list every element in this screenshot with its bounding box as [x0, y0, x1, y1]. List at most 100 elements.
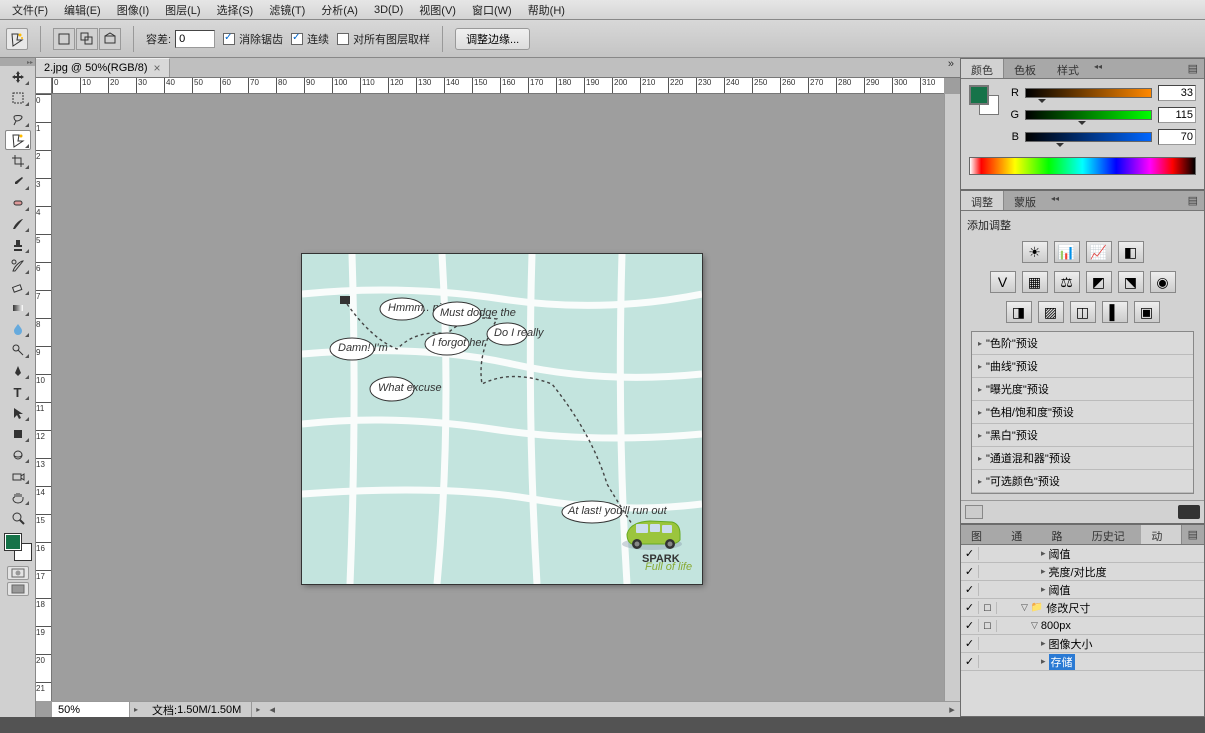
toolbox-grip[interactable]: [0, 58, 35, 66]
menu-item[interactable]: 图层(L): [157, 0, 208, 20]
tab-swatches[interactable]: 色板: [1004, 59, 1047, 78]
zoom-tool[interactable]: [5, 508, 31, 528]
panel-menu-icon[interactable]: ▤: [1182, 59, 1204, 78]
type-tool[interactable]: T: [5, 382, 31, 402]
docinfo-menu-icon[interactable]: ▸: [252, 705, 264, 714]
selective-color-icon[interactable]: ▣: [1134, 301, 1160, 323]
menu-item[interactable]: 图像(I): [109, 0, 157, 20]
all-layers-checkbox[interactable]: 对所有图层取样: [337, 31, 430, 47]
menu-item[interactable]: 窗口(W): [464, 0, 520, 20]
menu-item[interactable]: 文件(F): [4, 0, 56, 20]
menu-item[interactable]: 分析(A): [313, 0, 366, 20]
balance-icon[interactable]: ⚖: [1054, 271, 1080, 293]
gradient-map-icon[interactable]: ▌: [1102, 301, 1128, 323]
preset-item[interactable]: "色阶"预设: [972, 332, 1193, 355]
curves-icon[interactable]: 📈: [1086, 241, 1112, 263]
dodge-tool[interactable]: [5, 340, 31, 360]
tab-adjustments[interactable]: 调整: [961, 191, 1004, 210]
history-brush-tool[interactable]: [5, 256, 31, 276]
vibrance-icon[interactable]: V: [990, 271, 1016, 293]
menu-item[interactable]: 帮助(H): [520, 0, 573, 20]
preset-item[interactable]: "黑白"预设: [972, 424, 1193, 447]
channel-slider[interactable]: [1025, 110, 1152, 120]
preset-item[interactable]: "通道混和器"预设: [972, 447, 1193, 470]
canvas-viewport[interactable]: Hmmm.. nice.. Must dodge the Damn! I'm I…: [52, 94, 944, 701]
action-row[interactable]: ✓▸亮度/对比度: [961, 563, 1204, 581]
menu-item[interactable]: 编辑(E): [56, 0, 109, 20]
menu-item[interactable]: 3D(D): [366, 2, 411, 18]
document-tab[interactable]: 2.jpg @ 50%(RGB/8)×: [36, 58, 170, 77]
action-row[interactable]: ✓□▽📁修改尺寸: [961, 599, 1204, 617]
menu-item[interactable]: 选择(S): [209, 0, 262, 20]
screenmode-toggle[interactable]: [7, 582, 29, 596]
quickmask-toggle[interactable]: [7, 566, 29, 580]
brush-tool[interactable]: [5, 214, 31, 234]
channel-value[interactable]: [1158, 129, 1196, 145]
ruler-horizontal[interactable]: 0102030405060708090100110120130140150160…: [52, 78, 944, 94]
ruler-vertical[interactable]: 0123456789101112131415161718192021: [36, 94, 52, 701]
tab-color[interactable]: 颜色: [961, 59, 1004, 78]
3d-tool[interactable]: [5, 445, 31, 465]
shape-tool[interactable]: [5, 424, 31, 444]
scroll-right-icon[interactable]: ▸: [944, 702, 960, 717]
ruler-origin[interactable]: [36, 78, 52, 94]
panel-menu-icon[interactable]: ▤: [1182, 191, 1204, 210]
preset-item[interactable]: "可选颜色"预设: [972, 470, 1193, 493]
zoom-level[interactable]: 50%: [52, 702, 130, 717]
color-swatches[interactable]: [5, 534, 31, 560]
lasso-tool[interactable]: [5, 109, 31, 129]
panel-collapse-icon[interactable]: ◂◂: [1047, 191, 1063, 210]
channel-slider[interactable]: [1025, 132, 1152, 142]
panel-collapse-icon[interactable]: ◂◂: [1090, 59, 1106, 78]
path-select-tool[interactable]: [5, 403, 31, 423]
eyedropper-tool[interactable]: [5, 172, 31, 192]
crop-tool[interactable]: [5, 151, 31, 171]
preset-item[interactable]: "曲线"预设: [972, 355, 1193, 378]
blur-tool[interactable]: [5, 319, 31, 339]
invert-icon[interactable]: ◨: [1006, 301, 1032, 323]
spectrum-bar[interactable]: [969, 157, 1196, 175]
action-row[interactable]: ✓▸图像大小: [961, 635, 1204, 653]
levels-icon[interactable]: 📊: [1054, 241, 1080, 263]
hue-icon[interactable]: ▦: [1022, 271, 1048, 293]
tab-history[interactable]: 历史记录: [1082, 525, 1142, 544]
action-row[interactable]: ✓▸阈值: [961, 581, 1204, 599]
magic-wand-tool[interactable]: [5, 130, 31, 150]
brightness-icon[interactable]: ☀: [1022, 241, 1048, 263]
panel-menu-icon[interactable]: ▤: [1182, 525, 1204, 544]
stamp-tool[interactable]: [5, 235, 31, 255]
doc-info[interactable]: 文档:1.50M/1.50M: [142, 702, 252, 717]
preset-item[interactable]: "曝光度"预设: [972, 378, 1193, 401]
scroll-left-icon[interactable]: ◂: [264, 702, 280, 717]
photo-filter-icon[interactable]: ⬔: [1118, 271, 1144, 293]
zoom-menu-icon[interactable]: ▸: [130, 705, 142, 714]
exposure-icon[interactable]: ◧: [1118, 241, 1144, 263]
return-icon[interactable]: [965, 505, 983, 519]
posterize-icon[interactable]: ▨: [1038, 301, 1064, 323]
hand-tool[interactable]: [5, 487, 31, 507]
channel-value[interactable]: [1158, 85, 1196, 101]
tolerance-input[interactable]: [175, 30, 215, 48]
close-tab-icon[interactable]: ×: [154, 61, 161, 75]
panel-color-swatch[interactable]: [969, 85, 999, 115]
menu-item[interactable]: 滤镜(T): [261, 0, 313, 20]
refine-edge-button[interactable]: 调整边缘...: [455, 28, 530, 50]
menu-item[interactable]: 视图(V): [411, 0, 464, 20]
3d-camera-tool[interactable]: [5, 466, 31, 486]
preset-item[interactable]: "色相/饱和度"预设: [972, 401, 1193, 424]
healing-tool[interactable]: [5, 193, 31, 213]
marquee-tool[interactable]: [5, 88, 31, 108]
trash-icon[interactable]: [1178, 505, 1200, 519]
channel-value[interactable]: [1158, 107, 1196, 123]
threshold-icon[interactable]: ◫: [1070, 301, 1096, 323]
tab-channels[interactable]: 通道: [1001, 525, 1041, 544]
tab-overflow-icon[interactable]: »: [942, 58, 960, 77]
antialias-checkbox[interactable]: 消除锯齿: [223, 31, 283, 47]
tab-styles[interactable]: 样式: [1047, 59, 1090, 78]
bw-icon[interactable]: ◩: [1086, 271, 1112, 293]
gradient-tool[interactable]: [5, 298, 31, 318]
move-tool[interactable]: [5, 67, 31, 87]
tab-layers[interactable]: 图层: [961, 525, 1001, 544]
action-row[interactable]: ✓□▽800px: [961, 617, 1204, 635]
tab-actions[interactable]: 动作: [1141, 525, 1181, 544]
